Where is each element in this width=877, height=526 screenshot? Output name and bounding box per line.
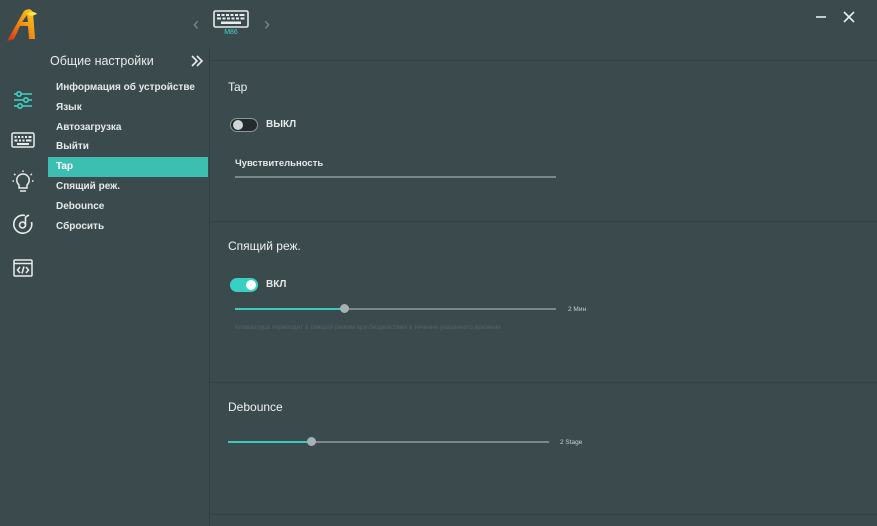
app-logo [6, 8, 38, 42]
debounce-slider[interactable] [228, 437, 549, 447]
nav-lighting[interactable] [9, 168, 37, 196]
next-device-button[interactable]: › [259, 14, 275, 34]
sleep-toggle-label: ВКЛ [266, 279, 287, 290]
tap-toggle[interactable] [230, 118, 258, 132]
nav-macro[interactable] [9, 210, 37, 238]
sidebar-item-reset[interactable]: Сбросить [48, 217, 208, 237]
nav-general-settings[interactable] [9, 86, 37, 114]
settings-sliders-icon [14, 90, 32, 110]
sidebar-title: Общие настройки [50, 54, 154, 68]
title-bar: ‹ M86 › [0, 0, 877, 48]
sidebar-item-exit[interactable]: Выйти [48, 137, 208, 157]
sleep-time-value: 2 Мин [568, 306, 587, 313]
sleep-hint: Клавиатура переходит в спящий режим при … [235, 324, 501, 331]
settings-panel: Tap ВЫКЛ Чувствительность Спящий реж. ВК… [211, 60, 877, 526]
debounce-title: Debounce [228, 400, 283, 414]
keyboard-icon [11, 132, 35, 148]
sidebar-item-tap[interactable]: Tap [48, 157, 208, 177]
device-name: M86 [224, 29, 238, 36]
sidebar-item-sleep[interactable]: Спящий реж. [48, 177, 208, 197]
sensitivity-slider[interactable] [235, 176, 556, 178]
sidebar-item-language[interactable]: Язык [48, 98, 208, 118]
code-window-icon [13, 259, 33, 277]
nav-keyboard[interactable] [9, 126, 37, 154]
settings-sidebar: Общие настройки Информация об устройстве… [46, 48, 210, 526]
sidebar-item-device-info[interactable]: Информация об устройстве [48, 78, 208, 98]
sidebar-menu: Информация об устройстве Язык Автозагруз… [48, 78, 208, 236]
tap-toggle-label: ВЫКЛ [266, 119, 297, 130]
tap-title: Tap [228, 80, 248, 94]
device-selector[interactable]: M86 [212, 10, 250, 42]
double-chevron-right-icon [191, 55, 204, 67]
sidebar-item-autostart[interactable]: Автозагрузка [48, 118, 208, 138]
sleep-time-slider[interactable] [235, 304, 556, 314]
sleep-toggle[interactable] [230, 278, 258, 292]
sleep-section: Спящий реж. ВКЛ 2 Мин Клавиатура переход… [211, 221, 877, 382]
tap-section: Tap ВЫКЛ Чувствительность [211, 60, 877, 221]
debounce-value: 2 Stage [560, 439, 583, 446]
nav-advanced[interactable] [9, 254, 37, 282]
bottom-section [211, 514, 877, 526]
keyboard-icon [213, 10, 249, 28]
lightbulb-icon [12, 170, 34, 192]
minimize-button[interactable] [812, 8, 830, 26]
collapse-sidebar-button[interactable] [189, 54, 205, 68]
prev-device-button[interactable]: ‹ [188, 14, 204, 34]
close-icon [843, 11, 855, 23]
debounce-section: Debounce 2 Stage [211, 382, 877, 514]
minimize-icon [816, 16, 826, 18]
music-disc-icon [13, 214, 33, 234]
main-navigation [0, 48, 46, 526]
sidebar-item-debounce[interactable]: Debounce [48, 197, 208, 217]
sleep-title: Спящий реж. [228, 239, 301, 253]
close-button[interactable] [840, 8, 858, 26]
sensitivity-label: Чувствительность [235, 158, 324, 169]
